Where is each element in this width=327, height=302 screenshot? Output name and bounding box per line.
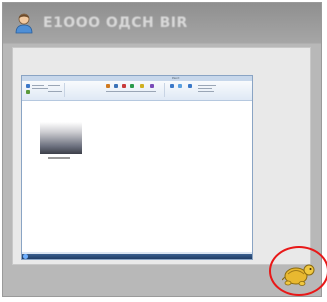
dialog-window: Е1ООО ОДСН ВІR Paint <box>2 2 322 297</box>
turtle-icon[interactable] <box>281 258 316 288</box>
tool-icon-5 <box>140 84 144 88</box>
screenshot-viewer: Paint <box>12 47 311 265</box>
ribbon-group-view <box>168 83 238 97</box>
view-icon-3 <box>188 84 192 88</box>
screenshot-preview[interactable]: Paint <box>21 75 253 260</box>
ribbon-title: Paint <box>172 76 180 80</box>
ribbon-group-tools <box>102 83 165 97</box>
ribbon-toolbar: Paint <box>22 76 252 101</box>
paste-icon <box>26 84 30 88</box>
view-icon-1 <box>170 84 174 88</box>
tool-icon-2 <box>114 84 118 88</box>
ribbon-group-clipboard <box>24 83 65 97</box>
thumbnail-caption <box>48 157 70 159</box>
image-thumbnail[interactable] <box>40 122 82 154</box>
view-icon-2 <box>178 84 182 88</box>
cut-icon <box>26 90 30 94</box>
taskbar <box>22 254 252 259</box>
tool-icon-6 <box>150 84 154 88</box>
tool-icon-1 <box>106 84 110 88</box>
tool-icon-4 <box>130 84 134 88</box>
ribbon-tabs <box>22 76 252 81</box>
title-bar: Е1ООО ОДСН ВІR <box>3 3 321 41</box>
window-title: Е1ООО ОДСН ВІR <box>43 15 188 31</box>
tool-icon-3 <box>122 84 126 88</box>
user-icon <box>14 12 34 34</box>
start-button-icon <box>23 254 28 259</box>
